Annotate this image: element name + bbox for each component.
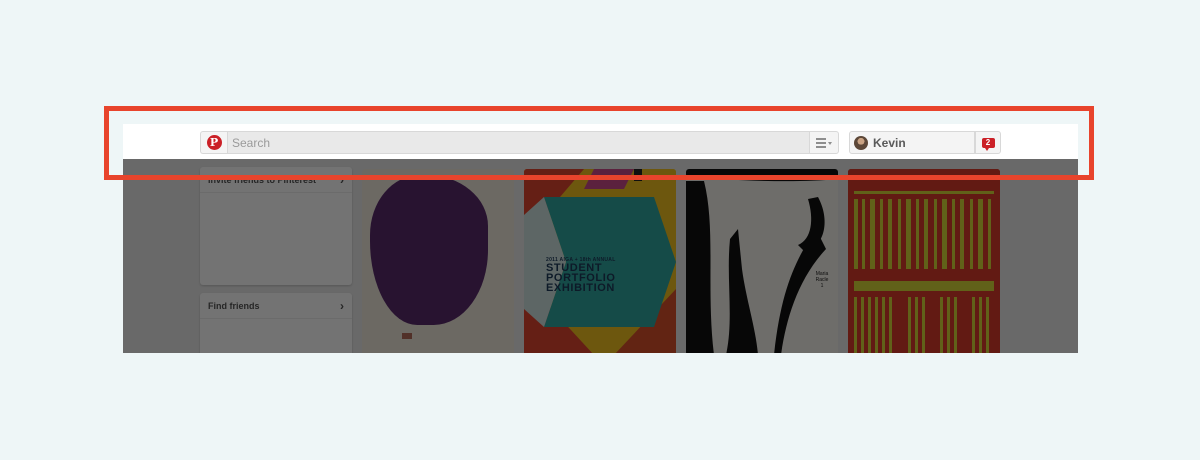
category-menu-button[interactable] bbox=[809, 131, 839, 154]
painting-mark bbox=[402, 333, 412, 339]
top-nav-bar: P Kevin 2 bbox=[123, 124, 1078, 159]
chevron-right-icon: › bbox=[340, 172, 344, 187]
invite-friends-label: Invite friends to Pinterest bbox=[208, 174, 317, 185]
user-name: Kevin bbox=[873, 135, 906, 150]
invite-friends-card: Invite friends to Pinterest › bbox=[200, 167, 352, 285]
user-profile-button[interactable]: Kevin bbox=[849, 131, 975, 154]
hands-illustration-pin[interactable]: Maria Racle 1 bbox=[686, 169, 838, 353]
red-yellow-typography-pin[interactable] bbox=[848, 169, 1000, 353]
pin-feed: Invite friends to Pinterest › Find frien… bbox=[123, 159, 1078, 353]
poster-line-exhibition: EXHIBITION bbox=[546, 282, 615, 294]
invite-friends-link[interactable]: Invite friends to Pinterest › bbox=[200, 167, 352, 193]
poster-title: 2011 AIGA + 18th ANNUAL STUDENT PORTFOLI… bbox=[546, 257, 636, 294]
find-friends-card: Find friends › bbox=[200, 293, 352, 353]
hands-illustration-artwork bbox=[686, 169, 838, 353]
find-friends-link[interactable]: Find friends › bbox=[200, 293, 352, 319]
browser-frame: P Kevin 2 Invite friends to Pinterest › … bbox=[123, 124, 1078, 353]
student-portfolio-poster-pin[interactable]: 2011 AIGA + 18th ANNUAL STUDENT PORTFOLI… bbox=[524, 169, 676, 353]
chevron-right-icon: › bbox=[340, 298, 344, 313]
illustration-caption: Maria Racle 1 bbox=[815, 271, 829, 289]
notifications-button[interactable]: 2 bbox=[975, 131, 1001, 154]
pinterest-logo-button[interactable]: P bbox=[200, 131, 227, 154]
typography-artwork bbox=[848, 169, 1000, 353]
purple-painting-pin[interactable] bbox=[362, 169, 514, 353]
purple-painting-image bbox=[370, 175, 488, 325]
notification-count-badge: 2 bbox=[981, 137, 995, 151]
find-friends-label: Find friends bbox=[208, 300, 260, 311]
caret-down-icon bbox=[828, 142, 832, 145]
search-input[interactable] bbox=[227, 131, 810, 154]
list-menu-icon bbox=[816, 137, 826, 148]
avatar bbox=[854, 135, 868, 150]
pinterest-logo-icon: P bbox=[206, 135, 222, 150]
